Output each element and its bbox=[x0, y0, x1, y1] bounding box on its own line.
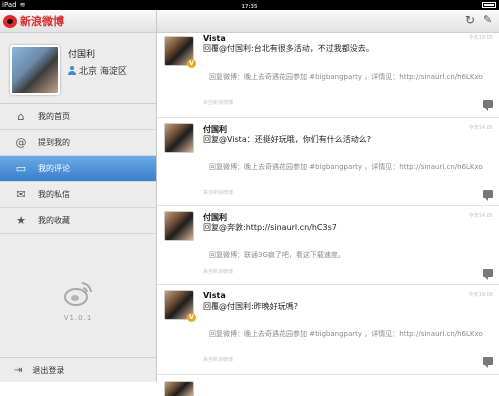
avatar[interactable] bbox=[164, 211, 194, 241]
source-label: 来自新浪微博 bbox=[203, 100, 234, 106]
sidebar-item-label: 我的收藏 bbox=[38, 216, 70, 225]
original-post-text: 回复微博：晚上去奇遇花园参加 #bigbangparty ，详情见：http:/… bbox=[209, 330, 483, 338]
main-panel: ↻ ✎ V Vista 今天19:05 回覆@付国利:台北有很多活动，不过我都没… bbox=[157, 10, 499, 396]
location-label: 北京 海淀区 bbox=[79, 67, 127, 77]
reply-icon[interactable] bbox=[483, 357, 493, 368]
avatar[interactable] bbox=[164, 381, 194, 396]
original-post[interactable]: 回复微博：联通3G疯了吧，看这下载速度。 bbox=[203, 250, 491, 261]
user-name[interactable]: Vista bbox=[203, 34, 226, 43]
list-item[interactable]: 付国利 今天14:00 回复@Vista：还挺好玩哦，你们有什么活动么? 回复微… bbox=[157, 118, 499, 206]
original-post-text: 回复微博：晚上去奇遇花园参加 #bigbangparty ，详情见：http:/… bbox=[209, 73, 483, 81]
user-name[interactable]: 付国利 bbox=[203, 212, 227, 223]
person-icon bbox=[68, 66, 76, 75]
compose-icon[interactable]: ✎ bbox=[483, 14, 495, 26]
original-post[interactable]: 回复微博：晚上去奇遇花园参加 #bigbangparty ，详情见：http:/… bbox=[203, 162, 491, 173]
weibo-logo-icon bbox=[3, 14, 17, 28]
mail-icon: ✉ bbox=[16, 188, 26, 201]
logout-icon: ⇥ bbox=[14, 364, 23, 376]
sidebar-item-messages[interactable]: ✉ 我的私信 bbox=[0, 182, 156, 208]
user-name[interactable]: Vista bbox=[203, 291, 226, 300]
timestamp: 今天19:08 bbox=[468, 292, 493, 298]
sidebar-item-label: 我的首页 bbox=[38, 112, 70, 121]
version-label: V1.0.1 bbox=[63, 314, 93, 322]
weibo-watermark: V1.0.1 bbox=[58, 280, 98, 322]
star-icon: ★ bbox=[16, 214, 26, 227]
timestamp: 今天14:00 bbox=[468, 125, 493, 131]
sidebar-nav: ⌂ 我的首页 @ 提到我的 ▭ 我的评论 ✉ 我的私信 ★ 我的收藏 bbox=[0, 104, 156, 234]
home-icon: ⌂ bbox=[17, 110, 25, 123]
reply-icon[interactable] bbox=[483, 190, 493, 201]
reply-icon[interactable] bbox=[483, 269, 493, 280]
list-item[interactable] bbox=[157, 375, 499, 396]
sidebar-item-label: 我的私信 bbox=[38, 190, 70, 199]
comment-text: 回覆@付国利:台北有很多活动，不过我都没去。 bbox=[203, 44, 374, 53]
comment-icon: ▭ bbox=[15, 162, 27, 175]
source-label: 来自新浪微博 bbox=[203, 357, 234, 363]
comment-text: 回复@奔敦:http://sinaurl.cn/hC3s7 bbox=[203, 223, 337, 232]
profile-location: 北京 海淀区 bbox=[68, 64, 127, 77]
timestamp: 今天14:00 bbox=[468, 213, 493, 219]
main-toolbar: ↻ ✎ bbox=[157, 10, 499, 33]
battery-icon bbox=[482, 2, 496, 8]
list-item[interactable]: V Vista 今天19:05 回覆@付国利:台北有很多活动，不过我都没去。 回… bbox=[157, 32, 499, 118]
profile-card[interactable]: 付国利 北京 海淀区 bbox=[0, 33, 156, 104]
logout-label: 退出登录 bbox=[32, 365, 65, 375]
avatar[interactable] bbox=[164, 123, 194, 153]
logout-button[interactable]: ⇥ 退出登录 bbox=[0, 357, 156, 382]
status-bar: iPad ≋ 17:35 bbox=[0, 0, 499, 10]
refresh-icon[interactable]: ↻ bbox=[465, 14, 477, 26]
original-post[interactable]: 回复微博：晚上去奇遇花园参加 #bigbangparty ，详情见：http:/… bbox=[203, 72, 491, 83]
sidebar-item-label: 提到我的 bbox=[38, 138, 70, 147]
original-post[interactable]: 回复微博：晚上去奇遇花园参加 #bigbangparty ，详情见：http:/… bbox=[203, 329, 491, 340]
sidebar: 新浪微博 付国利 北京 海淀区 ⌂ 我的首页 @ 提到我的 ▭ 我的评论 ✉ 我… bbox=[0, 10, 157, 382]
original-post-text: 回复微博：联通3G疯了吧，看这下载速度。 bbox=[209, 251, 345, 259]
comment-feed: V Vista 今天19:05 回覆@付国利:台北有很多活动，不过我都没去。 回… bbox=[157, 32, 499, 396]
app-title: 新浪微博 bbox=[20, 15, 64, 28]
verified-badge-icon: V bbox=[187, 313, 196, 322]
timestamp: 今天19:05 bbox=[468, 35, 493, 41]
sidebar-header: 新浪微博 bbox=[0, 10, 156, 33]
original-post-text: 回复微博：晚上去奇遇花园参加 #bigbangparty ，详情见：http:/… bbox=[209, 163, 483, 171]
weibo-eye-icon bbox=[64, 282, 92, 306]
source-label: 来自新浪微博 bbox=[203, 190, 234, 196]
comment-text: 回覆@付国利:昨晚好玩嗎? bbox=[203, 302, 298, 311]
sidebar-item-comments[interactable]: ▭ 我的评论 bbox=[0, 156, 156, 182]
verified-badge-icon: V bbox=[187, 59, 196, 68]
profile-name: 付国利 bbox=[68, 50, 96, 60]
comment-text: 回复@Vista：还挺好玩哦，你们有什么活动么? bbox=[203, 135, 371, 144]
sidebar-item-favorites[interactable]: ★ 我的收藏 bbox=[0, 208, 156, 234]
at-icon: @ bbox=[15, 136, 27, 149]
sidebar-item-mentions[interactable]: @ 提到我的 bbox=[0, 130, 156, 156]
reply-icon[interactable] bbox=[483, 100, 493, 111]
avatar[interactable] bbox=[10, 45, 60, 95]
sidebar-item-home[interactable]: ⌂ 我的首页 bbox=[0, 104, 156, 130]
user-name[interactable]: 付国利 bbox=[203, 124, 227, 135]
app-logo: 新浪微博 bbox=[3, 13, 64, 29]
sidebar-item-label: 我的评论 bbox=[38, 164, 70, 173]
list-item[interactable]: 付国利 今天14:00 回复@奔敦:http://sinaurl.cn/hC3s… bbox=[157, 206, 499, 285]
source-label: 来自新浪微博 bbox=[203, 269, 234, 275]
list-item[interactable]: V Vista 今天19:08 回覆@付国利:昨晚好玩嗎? 回复微博：晚上去奇遇… bbox=[157, 285, 499, 375]
